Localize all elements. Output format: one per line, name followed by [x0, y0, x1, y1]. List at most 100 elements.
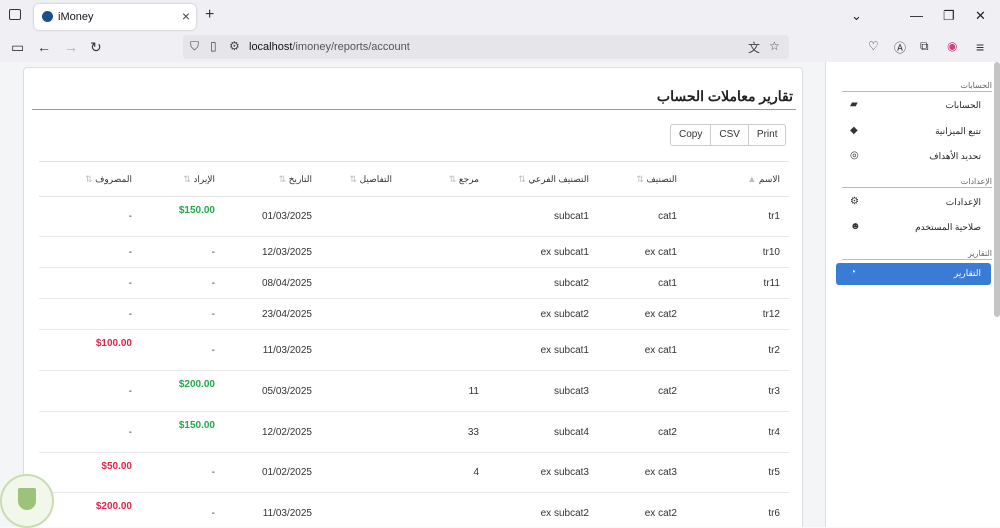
extensions-icon[interactable]: ⧉ [920, 39, 929, 54]
cell-subcategory: subcat3 [479, 370, 589, 412]
cell-reference: 11 [392, 370, 479, 412]
copy-button[interactable]: Copy [671, 125, 712, 145]
account-icon[interactable]: Ⓐ [894, 39, 906, 56]
scrollbar[interactable] [994, 62, 1000, 317]
cell-income: - [132, 329, 215, 371]
cell-details [312, 298, 392, 330]
sidebar-item-settings[interactable]: ⚙ الإعدادات [836, 192, 991, 214]
cell-subcategory: ex subcat2 [479, 298, 589, 330]
sort-icon: ⇅ [85, 173, 93, 184]
column-header-expense[interactable]: ⇅ المصروف [39, 161, 132, 197]
reload-icon[interactable]: ↻ [90, 39, 102, 56]
menu-icon[interactable]: ≡ [976, 39, 984, 55]
cell-details [312, 329, 392, 371]
sidebar-section-reports: التقارير [842, 249, 992, 260]
cell-income: $150.00 [132, 411, 215, 453]
column-header-details[interactable]: ⇅ التفاصيل [312, 161, 392, 197]
sidebar: الحسابات ▰ الحسابات ◆ تتبع الميزانية ◎ ت… [825, 62, 1000, 527]
csv-button[interactable]: CSV [711, 125, 749, 145]
cell-name: tr2 [677, 329, 789, 371]
column-header-reference[interactable]: ⇅ مرجع [392, 161, 479, 197]
cell-income: - [132, 236, 215, 268]
cell-subcategory: ex subcat2 [479, 492, 589, 527]
cell-details [312, 267, 392, 299]
imoney-favicon-icon [42, 11, 53, 22]
column-header-name[interactable]: ▲ الاسم [677, 161, 789, 197]
cell-income: $150.00 [132, 196, 215, 237]
tab-list-icon[interactable] [9, 9, 21, 20]
permissions-icon[interactable]: ⚙ [229, 39, 240, 53]
cell-reference [392, 329, 479, 371]
title-divider [32, 109, 796, 110]
back-icon[interactable]: ← [37, 39, 51, 55]
sort-icon: ⇅ [278, 173, 287, 184]
translate-icon[interactable]: 文 [748, 39, 760, 56]
forward-icon[interactable]: → [64, 39, 78, 55]
sidebar-item-reports[interactable]: ◔ التقارير [836, 263, 991, 285]
cell-date: 01/03/2025 [215, 196, 312, 237]
cell-name: tr11 [677, 267, 789, 299]
restore-icon[interactable]: ❐ [943, 8, 955, 24]
cell-category: cat1 [589, 196, 677, 237]
table-row: - -08/04/2025 subcat2 cat1 tr11 [39, 267, 789, 299]
table-row: - $150.00 12/02/2025 33 subcat4 cat2 tr4 [39, 411, 789, 453]
cell-reference [392, 492, 479, 527]
tab-title: iMoney [58, 11, 94, 23]
cell-expense: - [39, 298, 132, 330]
cell-reference: 33 [392, 411, 479, 453]
shield-icon[interactable]: ⛉ [190, 39, 199, 54]
cell-expense: - [39, 411, 132, 453]
tab-strip: iMoney × + ⌄ — ❐ ✕ [0, 0, 1000, 33]
pie-chart-icon: ◔ [850, 267, 857, 278]
cell-subcategory: subcat1 [479, 196, 589, 237]
sidebar-toggle-icon[interactable]: ▭ [11, 39, 24, 56]
print-button[interactable]: Print [749, 125, 786, 145]
column-header-income[interactable]: ⇅ الإيراد [132, 161, 215, 197]
cell-name: tr5 [677, 452, 789, 493]
transactions-table: ⇅ المصروف ⇅ الإيراد ⇅ التاريخ ⇅ التفاصيل… [39, 161, 789, 527]
cell-details [312, 370, 392, 412]
cell-reference: 4 [392, 452, 479, 493]
cell-date: 11/03/2025 [215, 329, 312, 371]
close-window-icon[interactable]: ✕ [975, 8, 986, 24]
cell-category: ex cat3 [589, 452, 677, 493]
color-picker-icon[interactable]: ◉ [947, 39, 957, 53]
page-info-icon[interactable]: ▯ [210, 39, 217, 53]
nav-bar: ▭ ← → ↻ ⛉ ▯ ⚙ localhost/imoney/reports/a… [0, 33, 1000, 62]
sort-asc-icon: ▲ [747, 173, 757, 184]
cell-name: tr3 [677, 370, 789, 412]
sidebar-item-user-permissions[interactable]: ☻ صلاحية المستخدم [836, 217, 991, 239]
new-tab-icon[interactable]: + [205, 6, 214, 24]
cell-reference [392, 196, 479, 237]
cell-details [312, 196, 392, 237]
sidebar-item-budget[interactable]: ◆ تتبع الميزانية [836, 121, 991, 143]
cell-date: 12/02/2025 [215, 411, 312, 453]
pocket-icon[interactable]: ♡ [868, 39, 879, 53]
page-viewport: تقارير معاملات الحساب Copy CSV Print ⇅ ا… [0, 62, 1000, 527]
cell-category: cat2 [589, 370, 677, 412]
bookmark-star-icon[interactable]: ☆ [769, 39, 780, 53]
column-header-category[interactable]: ⇅ التصنيف [589, 161, 677, 197]
cell-details [312, 492, 392, 527]
cell-reference [392, 267, 479, 299]
browser-tab[interactable]: iMoney × [34, 4, 196, 30]
cell-date: 12/03/2025 [215, 236, 312, 268]
table-header-row: ⇅ المصروف ⇅ الإيراد ⇅ التاريخ ⇅ التفاصيل… [39, 161, 789, 197]
page-title: تقارير معاملات الحساب [656, 88, 793, 104]
sidebar-item-accounts[interactable]: ▰ الحسابات [836, 95, 991, 117]
minimize-icon[interactable]: — [910, 8, 923, 23]
table-row: $100.00-11/03/2025 ex subcat1 ex cat1 tr2 [39, 329, 789, 371]
cell-income: - [132, 452, 215, 493]
cell-category: ex cat1 [589, 236, 677, 268]
sort-icon: ⇅ [518, 173, 526, 184]
url-text[interactable]: localhost/imoney/reports/account [249, 41, 410, 53]
cell-name: tr12 [677, 298, 789, 330]
url-bar[interactable]: ⛉ ▯ ⚙ localhost/imoney/reports/account 文… [183, 35, 789, 59]
column-header-subcategory[interactable]: ⇅ التصنيف الفرعي [479, 161, 589, 197]
sidebar-item-goals[interactable]: ◎ تحديد الأهداف [836, 146, 991, 168]
column-header-date[interactable]: ⇅ التاريخ [215, 161, 312, 197]
table-row: - $150.00 01/03/2025 subcat1 cat1 tr1 [39, 196, 789, 237]
cell-subcategory: ex subcat1 [479, 329, 589, 371]
chevron-down-icon[interactable]: ⌄ [851, 8, 862, 24]
close-tab-icon[interactable]: × [182, 8, 190, 24]
